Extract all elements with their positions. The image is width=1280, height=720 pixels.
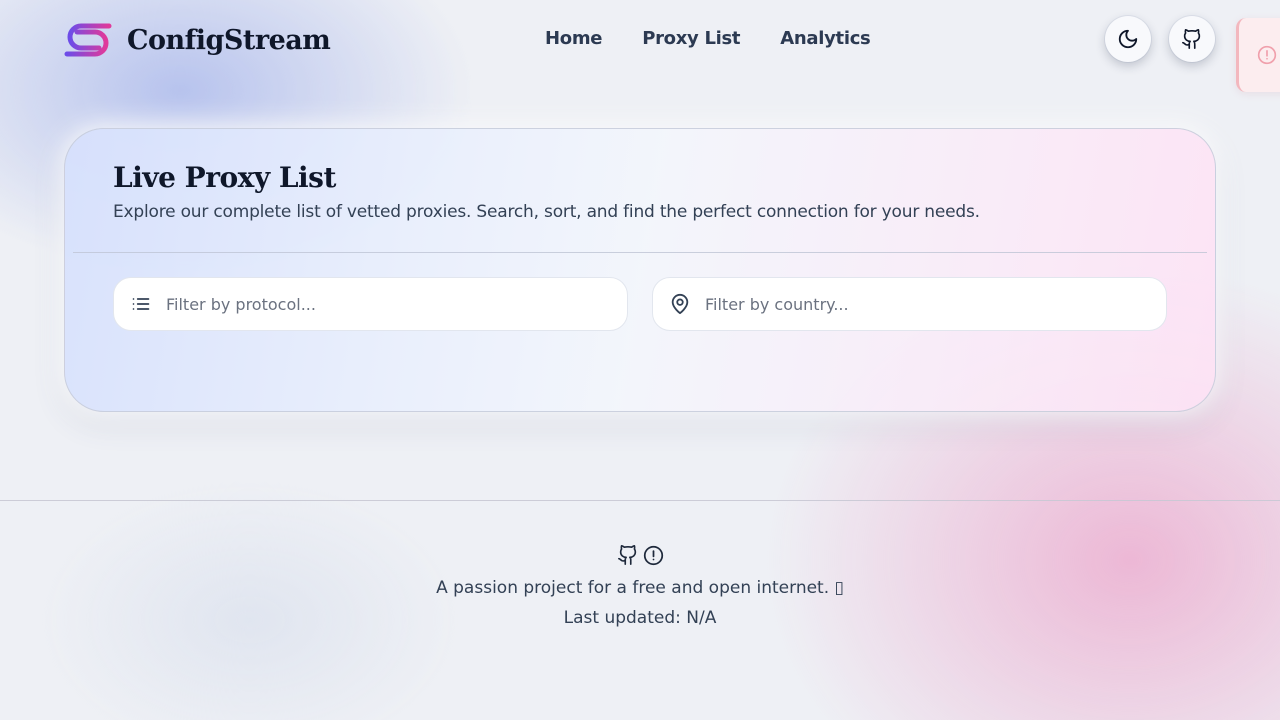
map-pin-icon: [653, 293, 705, 315]
footer-icons: [0, 545, 1280, 569]
theme-toggle-button[interactable]: [1105, 16, 1151, 62]
alert-circle-icon: [643, 545, 663, 565]
nav-link-proxy-list[interactable]: Proxy List: [642, 28, 740, 49]
footer-tagline-text: A passion project for a free and open in…: [436, 578, 835, 598]
brand-name: ConfigStream: [127, 24, 331, 56]
last-updated: Last updated: N/A: [0, 603, 1280, 633]
footer-github-link[interactable]: [617, 544, 639, 570]
github-icon: [617, 545, 636, 565]
github-button[interactable]: [1169, 16, 1215, 62]
footer-report-link[interactable]: [643, 545, 664, 570]
card-divider: [73, 252, 1207, 253]
country-filter-input[interactable]: [705, 294, 1145, 314]
brand[interactable]: ConfigStream: [63, 18, 331, 62]
footer-divider: [0, 500, 1280, 501]
nav-link-analytics[interactable]: Analytics: [780, 28, 871, 49]
main-nav: Home Proxy List Analytics: [545, 28, 871, 49]
nav-link-home[interactable]: Home: [545, 28, 603, 49]
brand-logo-icon: [64, 23, 112, 57]
alert-circle-icon: [1257, 45, 1277, 65]
github-icon: [1182, 29, 1201, 49]
page-title: Live Proxy List: [113, 161, 336, 194]
protocol-filter[interactable]: [113, 277, 628, 331]
country-filter[interactable]: [652, 277, 1167, 331]
site-footer: A passion project for a free and open in…: [0, 545, 1280, 633]
page-subtitle: Explore our complete list of vetted prox…: [113, 202, 980, 222]
site-header: ConfigStream Home Proxy List Analytics: [0, 0, 1280, 92]
proxy-list-card: Live Proxy List Explore our complete lis…: [64, 128, 1216, 412]
last-updated-label: Last updated:: [563, 608, 687, 628]
footer-tagline: A passion project for a free and open in…: [0, 573, 1280, 603]
notification-toast[interactable]: [1236, 18, 1280, 92]
last-updated-value: N/A: [686, 608, 717, 628]
moon-icon: [1118, 29, 1138, 49]
missing-glyph-icon: ▯: [834, 578, 844, 598]
list-icon: [114, 294, 166, 314]
protocol-filter-input[interactable]: [166, 294, 606, 314]
